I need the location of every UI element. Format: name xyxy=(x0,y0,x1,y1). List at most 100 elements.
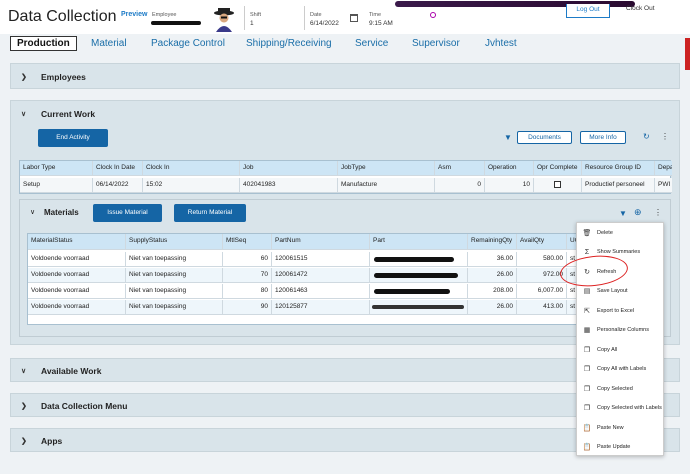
filter-icon[interactable]: ▼ xyxy=(504,133,512,142)
menu-item-copy-selected-labels[interactable]: ❐ Copy Selected with Labels xyxy=(577,399,665,419)
menu-item-personalize-columns[interactable]: ▦ Personalize Columns xyxy=(577,321,665,341)
column-header[interactable]: Clock In xyxy=(143,161,240,175)
cell-supply-status[interactable]: Niet van toepassing xyxy=(126,268,223,282)
chevron-right-icon[interactable]: ❯ xyxy=(21,73,33,81)
table-row[interactable]: Setup 06/14/2022 15:02 402041983 Manufac… xyxy=(20,178,672,193)
cell-material-status[interactable]: Voldoende voorraad xyxy=(28,300,126,314)
clock-out-button[interactable]: Clock Out xyxy=(626,5,655,12)
more-info-button[interactable]: More Info xyxy=(580,131,626,144)
cell-material-status[interactable]: Voldoende voorraad xyxy=(28,252,126,266)
tab-production[interactable]: Production xyxy=(10,36,77,51)
preview-link[interactable]: Preview xyxy=(121,11,147,18)
cell-avail-qty[interactable]: 580.00 xyxy=(517,252,567,266)
panel-title: Apps xyxy=(41,436,63,446)
chevron-down-icon[interactable]: ∨ xyxy=(30,208,35,216)
menu-item-delete[interactable]: 🗑 Delete xyxy=(577,223,665,243)
tab-material[interactable]: Material xyxy=(91,38,127,49)
column-header[interactable]: PartNum xyxy=(272,234,370,249)
tab-jvhtest[interactable]: Jvhtest xyxy=(485,38,517,49)
cell-avail-qty[interactable]: 413.00 xyxy=(517,300,567,314)
panel-title: Employees xyxy=(41,72,86,82)
cell-material-status[interactable]: Voldoende voorraad xyxy=(28,268,126,282)
cell-supply-status[interactable]: Niet van toepassing xyxy=(126,252,223,266)
column-header[interactable]: Labor Type xyxy=(20,161,93,175)
calendar-icon[interactable] xyxy=(350,14,358,22)
cell-opr-complete[interactable] xyxy=(534,178,582,192)
cell-asm[interactable]: 0 xyxy=(435,178,485,192)
return-material-button[interactable]: Return Material xyxy=(174,204,246,222)
column-header[interactable]: SupplyStatus xyxy=(126,234,223,249)
column-header[interactable]: RemainingQty xyxy=(468,234,517,249)
table-row[interactable]: Voldoende voorraad Niet van toepassing 8… xyxy=(28,284,588,299)
chevron-right-icon[interactable]: ❯ xyxy=(21,437,33,445)
cell-material-status[interactable]: Voldoende voorraad xyxy=(28,284,126,298)
column-header[interactable]: Operation xyxy=(485,161,534,175)
column-header[interactable]: Job xyxy=(240,161,338,175)
table-row[interactable]: Voldoende voorraad Niet van toepassing 7… xyxy=(28,268,588,283)
cell-remaining-qty[interactable]: 208.00 xyxy=(468,284,517,298)
documents-button[interactable]: Documents xyxy=(517,131,572,144)
cell-mtl-seq[interactable]: 60 xyxy=(223,252,272,266)
cell-labor-type[interactable]: Setup xyxy=(20,178,93,192)
cell-part-num[interactable]: 120061463 xyxy=(272,284,370,298)
table-row[interactable]: Voldoende voorraad Niet van toepassing 9… xyxy=(28,300,588,315)
menu-item-copy-all[interactable]: ❐ Copy All xyxy=(577,340,665,360)
end-activity-button[interactable]: End Activity xyxy=(38,129,108,147)
column-header[interactable]: MtlSeq xyxy=(223,234,272,249)
column-header[interactable]: Opr Complete xyxy=(534,161,582,175)
cell-supply-status[interactable]: Niet van toepassing xyxy=(126,300,223,314)
column-header[interactable]: AvailQty xyxy=(517,234,567,249)
column-header[interactable]: Depa xyxy=(655,161,672,175)
tab-service[interactable]: Service xyxy=(355,38,388,49)
menu-item-copy-all-labels[interactable]: ❐ Copy All with Labels xyxy=(577,360,665,380)
cell-avail-qty[interactable]: 6,007.00 xyxy=(517,284,567,298)
column-header[interactable]: Asm xyxy=(435,161,485,175)
cell-remaining-qty[interactable]: 36.00 xyxy=(468,252,517,266)
menu-item-copy-selected[interactable]: ❐ Copy Selected xyxy=(577,379,665,399)
cell-supply-status[interactable]: Niet van toepassing xyxy=(126,284,223,298)
cell-part-num[interactable]: 120125877 xyxy=(272,300,370,314)
cell-part-num[interactable]: 120061515 xyxy=(272,252,370,266)
cell-clock-in[interactable]: 15:02 xyxy=(143,178,240,192)
cell-remaining-qty[interactable]: 26.00 xyxy=(468,300,517,314)
menu-item-paste-new[interactable]: 📋 Paste New xyxy=(577,418,665,438)
table-row[interactable]: Voldoende voorraad Niet van toepassing 6… xyxy=(28,252,588,267)
cell-part[interactable] xyxy=(370,252,468,266)
cell-part[interactable] xyxy=(370,300,468,314)
chevron-right-icon[interactable]: ❯ xyxy=(21,402,33,410)
cell-clock-in-date[interactable]: 06/14/2022 xyxy=(93,178,143,192)
filter-icon[interactable]: ▼ xyxy=(619,209,627,218)
employees-panel[interactable]: ❯ Employees xyxy=(10,63,680,89)
add-circle-icon[interactable]: ⊕ xyxy=(634,207,642,218)
cell-part-num[interactable]: 120061472 xyxy=(272,268,370,282)
cell-remaining-qty[interactable]: 26.00 xyxy=(468,268,517,282)
column-header[interactable]: MaterialStatus xyxy=(28,234,126,249)
refresh-icon[interactable]: ↻ xyxy=(643,132,650,141)
cell-mtl-seq[interactable]: 90 xyxy=(223,300,272,314)
cell-resource-group[interactable]: Productief personeel xyxy=(582,178,655,192)
opr-complete-checkbox[interactable] xyxy=(554,181,561,188)
column-header[interactable]: Resource Group ID xyxy=(582,161,655,175)
cell-job[interactable]: 402041983 xyxy=(240,178,338,192)
cell-part[interactable] xyxy=(370,284,468,298)
chevron-down-icon[interactable]: ∨ xyxy=(21,110,33,118)
menu-item-export-excel[interactable]: ⇱ Export to Excel xyxy=(577,301,665,321)
tab-shipping-receiving[interactable]: Shipping/Receiving xyxy=(246,38,332,49)
cell-job-type[interactable]: Manufacture xyxy=(338,178,435,192)
more-vertical-icon[interactable]: ⋮ xyxy=(654,208,662,217)
tab-package-control[interactable]: Package Control xyxy=(151,38,225,49)
chevron-right-icon[interactable]: ∨ xyxy=(21,367,33,375)
column-header[interactable]: Clock In Date xyxy=(93,161,143,175)
column-header[interactable]: Part xyxy=(370,234,468,249)
logout-button[interactable]: Log Out xyxy=(566,4,610,18)
cell-part[interactable] xyxy=(370,268,468,282)
cell-department[interactable]: PWI xyxy=(655,178,672,192)
issue-material-button[interactable]: Issue Material xyxy=(93,204,162,222)
more-vertical-icon[interactable]: ⋮ xyxy=(661,132,669,141)
column-header[interactable]: JobType xyxy=(338,161,435,175)
menu-item-paste-update[interactable]: 📋 Paste Update xyxy=(577,438,665,458)
tab-supervisor[interactable]: Supervisor xyxy=(412,38,460,49)
cell-mtl-seq[interactable]: 80 xyxy=(223,284,272,298)
cell-operation[interactable]: 10 xyxy=(485,178,534,192)
cell-mtl-seq[interactable]: 70 xyxy=(223,268,272,282)
